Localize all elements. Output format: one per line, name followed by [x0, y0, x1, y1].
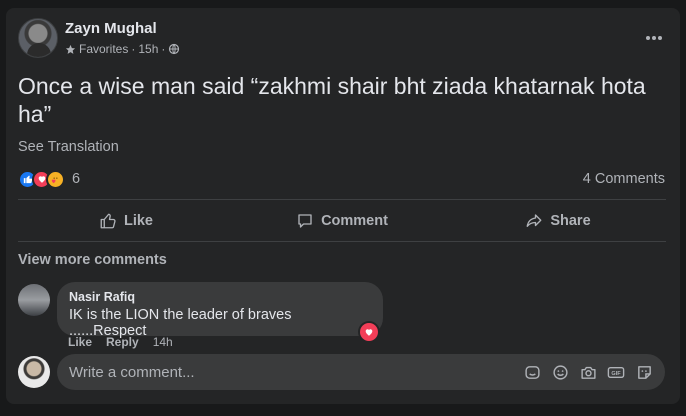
comment-composer[interactable]: GIF: [57, 354, 665, 390]
like-button[interactable]: Like: [18, 201, 234, 241]
comment-actions: Like Reply 14h: [68, 335, 173, 349]
comment-icon: [298, 214, 312, 228]
reaction-count: 6: [72, 171, 81, 187]
author-name[interactable]: Zayn Mughal: [65, 20, 157, 37]
audience-label[interactable]: Favorites: [79, 42, 128, 56]
comment-bubble: Nasir Rafiq IK is the LION the leader of…: [57, 282, 383, 339]
comment-input[interactable]: [69, 363, 523, 381]
star-icon: [65, 44, 76, 55]
view-more-comments-link[interactable]: View more comments: [18, 252, 167, 268]
comment-reply-button[interactable]: Reply: [106, 335, 139, 349]
current-user-avatar[interactable]: [18, 356, 50, 388]
more-dots-icon: [646, 36, 662, 40]
gif-icon[interactable]: GIF: [607, 363, 625, 381]
like-label: Like: [123, 213, 153, 229]
post-header: Zayn Mughal Favorites · 15h ·: [18, 18, 668, 64]
comment-label: Comment: [321, 213, 388, 229]
svg-text:GIF: GIF: [611, 370, 621, 376]
share-label: Share: [550, 213, 591, 229]
meta-separator: ·: [131, 42, 136, 56]
emoji-icon[interactable]: [551, 363, 569, 381]
share-icon: [526, 214, 542, 227]
comment-reaction-badge[interactable]: [358, 321, 380, 343]
divider: [18, 241, 666, 242]
camera-icon[interactable]: [579, 363, 597, 381]
composer-icons: GIF: [523, 363, 653, 381]
love-reaction-icon: [360, 323, 378, 341]
sticker-icon[interactable]: [635, 363, 653, 381]
commenter-avatar[interactable]: [18, 284, 50, 316]
divider: [18, 199, 666, 200]
thumbs-up-icon: [100, 213, 116, 229]
comment-like-button[interactable]: Like: [68, 335, 92, 349]
reactions-summary[interactable]: 6: [18, 168, 80, 190]
post-meta: Favorites · 15h ·: [65, 42, 180, 56]
share-button[interactable]: Share: [450, 201, 666, 241]
commenter-name[interactable]: Nasir Rafiq: [69, 290, 371, 304]
globe-icon: [168, 43, 180, 55]
post-actions: Like Comment Share: [18, 201, 666, 241]
see-translation-link[interactable]: See Translation: [18, 139, 119, 155]
more-options-button[interactable]: [640, 28, 668, 48]
avatar-sticker-icon[interactable]: [523, 363, 541, 381]
post-card: Zayn Mughal Favorites · 15h · Once a wis…: [6, 8, 680, 404]
comment-time[interactable]: 14h: [153, 335, 173, 349]
author-avatar[interactable]: [18, 18, 58, 58]
post-text: Once a wise man said “zakhmi shair bht z…: [18, 73, 646, 127]
comments-count[interactable]: 4 Comments: [583, 171, 665, 187]
care-reaction-icon: [46, 169, 65, 189]
comment-button[interactable]: Comment: [234, 201, 450, 241]
meta-separator: ·: [161, 42, 166, 56]
post-time[interactable]: 15h: [138, 42, 158, 56]
